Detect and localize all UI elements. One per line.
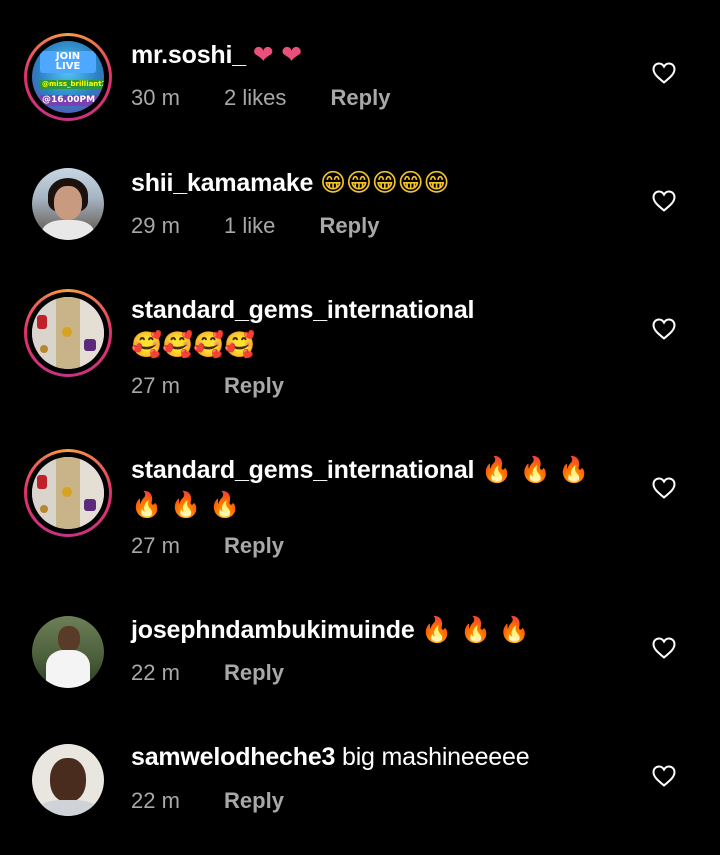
comment-time: 29 m [131, 213, 180, 238]
reply-button[interactable]: Reply [224, 373, 284, 399]
comment-emoji: 🔥 🔥 🔥 [421, 615, 530, 644]
comment-emoji: ❤ ❤ [252, 40, 302, 69]
comment-meta: 22 m Reply [131, 660, 284, 686]
comment-emoji: 😁😁😁😁😁 [320, 168, 450, 197]
comment-text: big mashineeeee [341, 743, 530, 771]
reply-button[interactable]: Reply [224, 660, 284, 686]
avatar[interactable] [32, 744, 104, 816]
comment-likes[interactable]: 2 likes [224, 85, 286, 111]
heart-outline-icon[interactable] [652, 190, 676, 212]
comment-time: 27 m [131, 373, 180, 398]
avatar [32, 297, 104, 369]
avatar-story-ring[interactable] [24, 449, 112, 537]
comment-username[interactable]: samwelodheche3 big mashineeeee [131, 743, 530, 772]
heart-outline-icon[interactable] [652, 765, 676, 787]
reply-button[interactable]: Reply [320, 213, 380, 239]
comment-meta: 27 m Reply [131, 373, 284, 399]
avatar-story-ring[interactable]: JOIN LIVE @miss_brilliant2 @16.00PM [24, 33, 112, 121]
comment-time: 22 m [131, 660, 180, 685]
avatar-story-ring[interactable] [24, 289, 112, 377]
reply-button[interactable]: Reply [224, 533, 284, 559]
comment-meta: 27 m Reply [131, 533, 284, 559]
avatar [32, 457, 104, 529]
comment-username[interactable]: standard_gems_international 🔥 🔥 🔥 [131, 455, 590, 485]
comment-meta: 22 m Reply [131, 788, 284, 814]
avatar[interactable] [32, 168, 104, 240]
heart-outline-icon[interactable] [652, 477, 676, 499]
comment-emoji: 🥰🥰🥰🥰 [131, 330, 256, 359]
comment-username[interactable]: standard_gems_international [131, 296, 475, 325]
reply-button[interactable]: Reply [224, 788, 284, 814]
comment-username[interactable]: mr.soshi_ ❤ ❤ [131, 40, 302, 70]
comment-time: 27 m [131, 533, 180, 558]
heart-outline-icon[interactable] [652, 318, 676, 340]
comment-emoji: 🔥 🔥 🔥 [481, 455, 590, 484]
reply-button[interactable]: Reply [331, 85, 391, 111]
comment-username[interactable]: shii_kamamake 😁😁😁😁😁 [131, 168, 450, 198]
comment-time: 30 m [131, 85, 180, 110]
comment-meta: 29 m 1 like Reply [131, 213, 379, 239]
avatar[interactable] [32, 616, 104, 688]
comment-emoji: 🔥 🔥 🔥 [131, 490, 241, 519]
comment-time: 22 m [131, 788, 180, 813]
comment-username[interactable]: josephndambukimuinde 🔥 🔥 🔥 [131, 615, 530, 645]
heart-outline-icon[interactable] [652, 637, 676, 659]
heart-outline-icon[interactable] [652, 62, 676, 84]
comment-meta: 30 m 2 likes Reply [131, 85, 390, 111]
comment-likes[interactable]: 1 like [224, 213, 275, 239]
avatar: JOIN LIVE @miss_brilliant2 @16.00PM [32, 41, 104, 113]
